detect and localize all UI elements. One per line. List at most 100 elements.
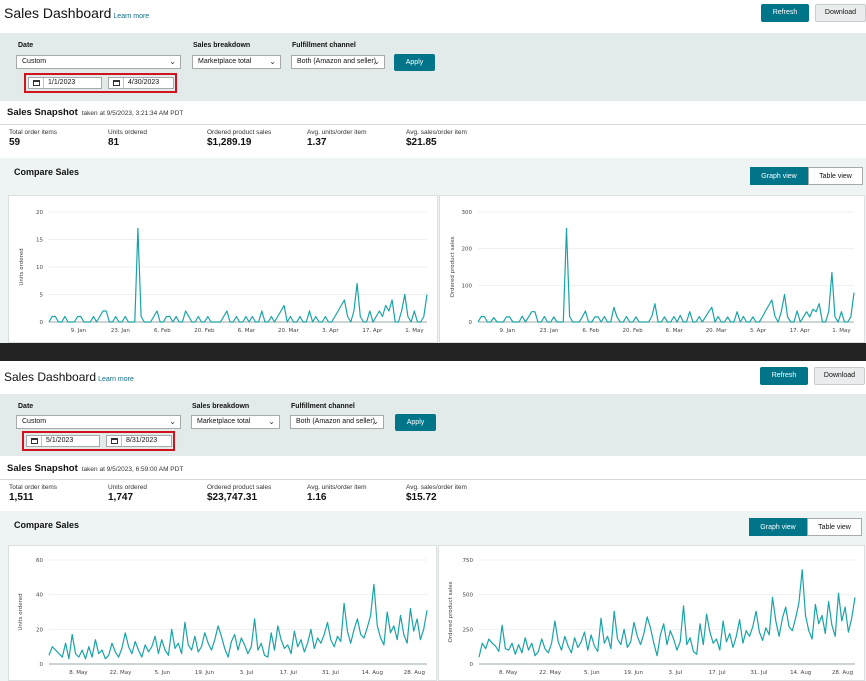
y-axis-label: Ordered product sales <box>450 236 456 297</box>
metric-ordered-product-sales: Ordered product sales $23,747.31 <box>207 484 271 503</box>
x-tick-label: 8. May <box>499 670 518 676</box>
graph-view-toggle[interactable]: Graph view <box>749 518 807 536</box>
apply-button[interactable]: Apply <box>395 414 436 431</box>
metric-label: Ordered product sales <box>207 484 272 491</box>
metric-label: Total order items <box>9 484 58 491</box>
metric-value: 1.16 <box>307 492 327 503</box>
metric-label: Units ordered <box>108 484 148 491</box>
sales-snapshot-title-text: Sales Snapshot <box>7 463 78 474</box>
metric-label: Avg. units/order item <box>307 484 367 491</box>
x-tick-label: 22. May <box>109 670 132 676</box>
metric-value: 1.37 <box>307 137 327 148</box>
x-tick-label: 31. Jul <box>322 670 340 676</box>
metric-ordered-product-sales: Ordered product sales $1,289.19 <box>207 129 271 148</box>
metric-value: $21.85 <box>406 137 437 148</box>
fulfillment-channel-select[interactable]: Both (Amazon and seller) ⌄ <box>290 415 384 429</box>
start-date-input[interactable]: 5/1/2023 <box>26 435 100 447</box>
download-button[interactable]: Download <box>815 4 866 22</box>
x-tick-label: 28. Aug <box>832 670 853 676</box>
chevron-down-icon: ⌄ <box>268 417 275 426</box>
filter-bar: Date Custom ⌄ 5/1/2023 8/31/2023 Sales br… <box>0 394 866 456</box>
page-header: Sales Dashboard Learn more Refresh Downlo… <box>0 361 866 389</box>
date-range-highlight: 1/1/2023 4/30/2023 <box>24 73 177 93</box>
y-tick-label: 60 <box>36 558 43 564</box>
learn-more-link[interactable]: Learn more <box>98 376 134 383</box>
sales-breakdown-select[interactable]: Marketplace total ⌄ <box>192 55 281 69</box>
metric-avg-sales-per-order-item: Avg. sales/order item $15.72 <box>406 484 467 503</box>
date-range-value: Custom <box>22 58 47 65</box>
refresh-button[interactable]: Refresh <box>761 4 809 22</box>
chevron-down-icon: ⌄ <box>372 417 379 426</box>
units-ordered-chart: 0 5 10 15 20 9. Jan 23. Jan 6. Feb 20. Feb 6. Mar… <box>19 210 428 334</box>
calendar-icon[interactable] <box>109 78 124 88</box>
y-tick-label: 300 <box>462 210 473 216</box>
page-title-text: Sales Dashboard <box>4 370 97 384</box>
x-tick-label: 6. Feb <box>582 328 599 334</box>
calendar-icon[interactable] <box>27 436 42 446</box>
metric-avg-units-per-order-item: Avg. units/order item 1.37 <box>307 129 367 148</box>
refresh-button[interactable]: Refresh <box>760 367 808 385</box>
fulfillment-channel-value: Both (Amazon and seller) <box>297 58 376 65</box>
x-tick-label: 17. Jul <box>709 670 727 676</box>
end-date-input[interactable]: 8/31/2023 <box>106 435 172 447</box>
metric-label: Avg. sales/order item <box>406 484 467 491</box>
dashboard-panel-jan-apr: Sales Dashboard Learn more Refresh Downlo… <box>0 0 866 343</box>
page-title-text: Sales Dashboard <box>4 5 112 21</box>
page-title: Sales Dashboard Learn more <box>4 5 149 21</box>
y-tick-label: 10 <box>36 265 43 271</box>
end-date-input[interactable]: 4/30/2023 <box>108 77 174 89</box>
date-range-select[interactable]: Custom ⌄ <box>16 415 181 429</box>
x-tick-label: 17. Apr <box>790 328 811 334</box>
metric-label: Ordered product sales <box>207 129 272 136</box>
date-label: Date <box>18 403 34 410</box>
x-tick-label: 22. May <box>539 670 562 676</box>
x-tick-label: 17. Jul <box>280 670 298 676</box>
fulfillment-channel-label: Fulfillment channel <box>291 403 355 410</box>
y-tick-label: 0 <box>469 320 473 326</box>
download-button[interactable]: Download <box>814 367 865 385</box>
y-tick-label: 5 <box>40 293 44 299</box>
fulfillment-channel-value: Both (Amazon and seller) <box>296 418 375 425</box>
sales-breakdown-label: Sales breakdown <box>193 42 251 49</box>
compare-sales-title: Compare Sales <box>14 520 80 530</box>
fulfillment-channel-label: Fulfillment channel <box>292 42 356 49</box>
date-range-select[interactable]: Custom ⌄ <box>16 55 181 69</box>
series-line <box>478 569 856 658</box>
date-range-highlight: 5/1/2023 8/31/2023 <box>22 431 175 451</box>
y-tick-label: 200 <box>462 247 473 253</box>
y-tick-label: 15 <box>36 238 43 244</box>
x-tick-label: 14. Aug <box>790 670 811 676</box>
apply-button[interactable]: Apply <box>394 54 435 71</box>
y-axis-label: Units ordered <box>19 248 25 285</box>
dashboard-panel-may-aug: Sales Dashboard Learn more Refresh Downlo… <box>0 361 866 681</box>
start-date-value: 5/1/2023 <box>46 437 74 444</box>
series-line <box>48 227 428 323</box>
page-header: Sales Dashboard Learn more Refresh Downlo… <box>0 0 866 28</box>
sales-breakdown-select[interactable]: Marketplace total ⌄ <box>191 415 280 429</box>
x-tick-label: 8. May <box>69 670 88 676</box>
table-view-toggle[interactable]: Table view <box>808 167 863 185</box>
x-tick-label: 20. Feb <box>194 328 215 334</box>
screenshot-separator <box>0 343 866 361</box>
x-tick-label: 19. Jun <box>624 670 644 676</box>
calendar-icon[interactable] <box>107 436 122 446</box>
series-line <box>48 583 428 660</box>
series-line <box>477 227 855 323</box>
y-tick-label: 750 <box>463 558 474 564</box>
calendar-icon[interactable] <box>29 78 44 88</box>
divider <box>0 124 866 125</box>
fulfillment-channel-select[interactable]: Both (Amazon and seller) ⌄ <box>291 55 385 69</box>
metric-label: Total order items <box>9 129 58 136</box>
y-tick-label: 100 <box>462 283 473 289</box>
metric-label: Avg. units/order item <box>307 129 367 136</box>
y-tick-label: 0 <box>470 662 474 668</box>
metric-avg-sales-per-order-item: Avg. sales/order item $21.85 <box>406 129 467 148</box>
table-view-toggle[interactable]: Table view <box>807 518 862 536</box>
metric-total-order-items: Total order items 1,511 <box>9 484 57 503</box>
start-date-input[interactable]: 1/1/2023 <box>28 77 102 89</box>
learn-more-link[interactable]: Learn more <box>113 13 149 20</box>
chevron-down-icon: ⌄ <box>169 57 176 66</box>
sales-snapshot-title: Sales Snapshot taken at 9/5/2023, 6:59:00… <box>7 463 183 474</box>
graph-view-toggle[interactable]: Graph view <box>750 167 808 185</box>
x-tick-label: 19. Jun <box>195 670 215 676</box>
